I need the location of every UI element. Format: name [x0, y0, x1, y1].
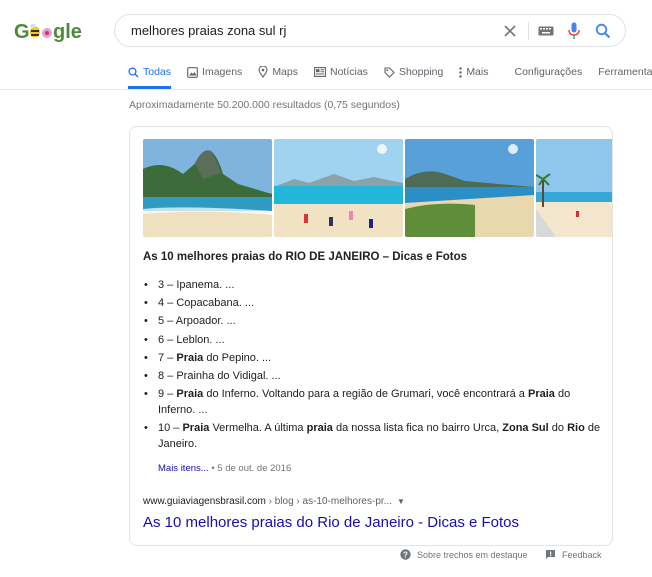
keyboard-icon[interactable]	[537, 22, 555, 40]
tab-noticias[interactable]: Notícias	[314, 62, 368, 82]
tab-label: Notícias	[330, 66, 368, 78]
text-fragment: do	[548, 421, 568, 434]
result-stats: Aproximadamente 50.200.000 resultados (0…	[129, 99, 400, 111]
tag-icon	[384, 66, 395, 78]
bold-text: Praia	[176, 351, 204, 364]
beach-image-thumbnail[interactable]	[405, 139, 534, 237]
text-fragment: do Inferno. Voltando para a região de Gr…	[203, 388, 528, 401]
tab-todas[interactable]: Todas	[128, 62, 172, 89]
bold-text: Praia	[176, 388, 204, 401]
tab-configuracoes[interactable]: Configurações	[514, 62, 582, 82]
svg-text:?: ?	[403, 550, 408, 559]
text-fragment: da nossa lista fica no bairro Urca,	[332, 421, 503, 434]
clear-icon[interactable]	[501, 22, 519, 40]
tab-label: Configurações	[514, 66, 583, 78]
beach-image-thumbnail[interactable]	[143, 139, 272, 237]
bold-text: praia	[306, 421, 333, 434]
text-fragment: 8 – Prainha do Vidigal. ...	[158, 369, 281, 382]
tab-label: Mais	[466, 66, 489, 78]
svg-text:gle: gle	[53, 21, 82, 43]
bold-text: Zona Sul	[502, 421, 549, 434]
list-item: 4 – Copacabana. ...	[143, 296, 603, 312]
help-icon: ?	[400, 549, 411, 560]
tab-label: Ferramentas	[598, 66, 652, 78]
svg-text:G: G	[14, 21, 30, 43]
list-item: 8 – Prainha do Vidigal. ...	[143, 369, 603, 385]
text-fragment: 7 –	[158, 351, 177, 364]
microphone-icon[interactable]	[565, 22, 583, 40]
news-icon	[314, 67, 326, 77]
feedback-icon	[545, 549, 556, 560]
text-fragment: 9 –	[158, 388, 177, 401]
tab-label: Todas	[143, 66, 172, 78]
bold-text: Rio	[567, 421, 585, 434]
search-icon	[128, 66, 139, 78]
header-divider	[0, 89, 652, 90]
snippet-date: 5 de out. de 2016	[217, 463, 292, 474]
image-carousel	[143, 139, 612, 237]
map-pin-icon	[258, 66, 268, 78]
tab-shopping[interactable]: Shopping	[384, 62, 443, 82]
result-domain: www.guiaviagensbrasil.com	[143, 496, 266, 507]
tab-ferramentas[interactable]: Ferramentas	[598, 62, 652, 82]
about-label: Sobre trechos em destaque	[417, 549, 528, 560]
menu-triangle-icon[interactable]: ▼	[397, 497, 405, 506]
result-title-link[interactable]: As 10 melhores praias do Rio de Janeiro …	[143, 514, 519, 531]
list-item: 6 – Leblon. ...	[143, 333, 603, 349]
tab-mais[interactable]: Mais	[459, 62, 488, 82]
list-item: 5 – Arpoador. ...	[143, 314, 603, 330]
search-box[interactable]	[114, 14, 626, 47]
featured-snippet: As 10 melhores praias do RIO DE JANEIRO …	[129, 126, 613, 546]
text-fragment: 10 –	[158, 421, 183, 434]
list-item: 7 – Praia do Pepino. ...	[143, 351, 603, 367]
tab-label: Shopping	[398, 66, 444, 78]
about-snippets[interactable]: ? Sobre trechos em destaque	[400, 549, 528, 560]
text-fragment: Vermelha. A última	[209, 421, 307, 434]
tab-maps[interactable]: Maps	[258, 62, 298, 82]
snippet-list: 3 – Ipanema. ... 4 – Copacabana. ... 5 – A…	[143, 278, 603, 455]
more-vert-icon	[459, 66, 463, 78]
result-url[interactable]: www.guiaviagensbrasil.com › blog › as-10…	[143, 496, 405, 507]
more-row: Mais itens... • 5 de out. de 2016	[158, 463, 291, 474]
tab-label: Maps	[272, 66, 298, 78]
beach-image-thumbnail[interactable]	[274, 139, 403, 237]
search-tabs: Todas Imagens Maps Notícias Shopping Mai…	[128, 62, 652, 89]
search-divider	[528, 22, 529, 40]
bold-text: Praia	[182, 421, 210, 434]
image-icon	[187, 66, 198, 78]
feedback-link[interactable]: Feedback	[545, 549, 602, 560]
text-fragment: 5 – Arpoador. ...	[158, 315, 236, 328]
bold-text: Praia	[527, 388, 555, 401]
search-icon[interactable]	[594, 22, 612, 40]
snippet-title: As 10 melhores praias do RIO DE JANEIRO …	[143, 251, 468, 263]
list-item: 3 – Ipanema. ...	[143, 278, 603, 294]
result-path: › blog › as-10-melhores-pr...	[265, 496, 393, 507]
list-item: 9 – Praia do Inferno. Voltando para a re…	[143, 387, 603, 418]
search-input[interactable]	[131, 15, 491, 46]
text-fragment: 6 – Leblon. ...	[158, 333, 225, 346]
text-fragment: 4 – Copacabana. ...	[158, 297, 255, 310]
tab-label: Imagens	[202, 66, 243, 78]
feedback-label: Feedback	[562, 549, 602, 560]
google-logo[interactable]: G gle	[14, 19, 84, 43]
beach-image-thumbnail[interactable]	[536, 139, 612, 237]
more-items-link[interactable]: Mais itens...	[158, 463, 209, 474]
text-fragment: do Pepino. ...	[203, 351, 272, 364]
tab-imagens[interactable]: Imagens	[187, 62, 242, 82]
list-item: 10 – Praia Vermelha. A última praia da n…	[143, 421, 603, 452]
text-fragment: 3 – Ipanema. ...	[158, 279, 235, 291]
